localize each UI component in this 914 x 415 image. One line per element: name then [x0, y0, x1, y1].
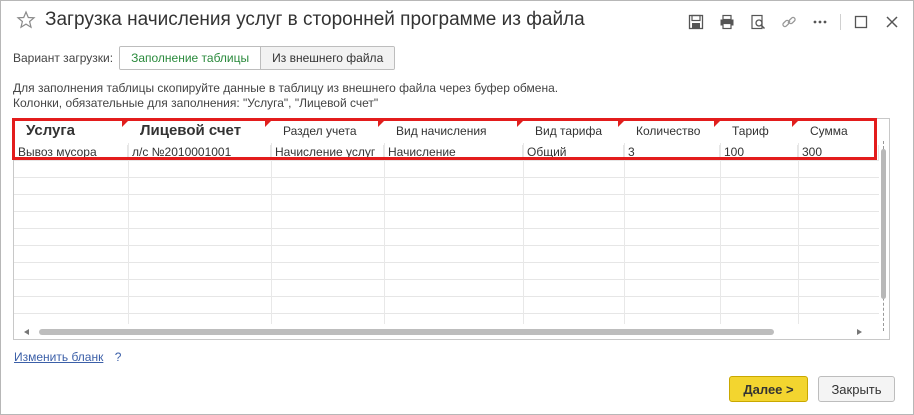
form-links: Изменить бланк ? — [14, 350, 121, 364]
column-divider — [523, 143, 524, 324]
preview-icon[interactable] — [747, 11, 769, 33]
table-row-empty[interactable] — [14, 247, 879, 263]
column-header-sum[interactable]: Сумма — [798, 119, 879, 143]
load-variant-label: Вариант загрузки: — [13, 51, 114, 65]
table-row-empty[interactable] — [14, 213, 879, 229]
more-icon[interactable] — [809, 11, 831, 33]
table-header: Услуга Лицевой счет Раздел учета Вид нач… — [14, 119, 879, 143]
table-row-empty[interactable] — [14, 196, 879, 212]
window-toolbar — [676, 11, 903, 33]
instructions-line-1: Для заполнения таблицы скопируйте данные… — [13, 81, 559, 95]
scroll-left-arrow-icon[interactable] — [24, 329, 29, 335]
load-variant-switch: Заполнение таблицы Из внешнего файла — [119, 46, 396, 70]
next-button[interactable]: Далее > — [729, 376, 808, 402]
table-row-empty[interactable] — [14, 162, 879, 178]
column-divider — [128, 143, 129, 324]
column-header-service[interactable]: Услуга — [14, 119, 128, 143]
horizontal-scrollbar[interactable] — [39, 329, 774, 335]
instructions-text: Для заполнения таблицы скопируйте данные… — [13, 81, 558, 111]
star-icon[interactable] — [16, 10, 36, 30]
title-bar: Загрузка начисления услуг в сторонней пр… — [1, 1, 913, 43]
table-row-empty[interactable] — [14, 281, 879, 297]
column-header-tariff-type[interactable]: Вид тарифа — [523, 119, 624, 143]
instructions-line-2: Колонки, обязательные для заполнения: "У… — [13, 96, 379, 110]
toolbar-separator — [840, 14, 841, 30]
variant-fill-table-button[interactable]: Заполнение таблицы — [120, 47, 262, 69]
column-header-account[interactable]: Лицевой счет — [128, 119, 271, 143]
data-table[interactable]: Услуга Лицевой счет Раздел учета Вид нач… — [13, 118, 890, 340]
table-row-empty[interactable] — [14, 264, 879, 280]
column-header-quantity[interactable]: Количество — [624, 119, 720, 143]
close-button[interactable]: Закрыть — [818, 376, 895, 402]
load-variant-row: Вариант загрузки: Заполнение таблицы Из … — [13, 46, 396, 70]
column-header-charge-type[interactable]: Вид начисления — [384, 119, 523, 143]
scroll-right-arrow-icon[interactable] — [857, 329, 862, 335]
cell-tariff[interactable]: 100 — [720, 145, 798, 161]
change-form-link[interactable]: Изменить бланк — [14, 350, 103, 364]
close-icon[interactable] — [881, 11, 903, 33]
column-header-tariff[interactable]: Тариф — [720, 119, 798, 143]
cell-section[interactable]: Начисление услуг — [271, 145, 384, 161]
window-title: Загрузка начисления услуг в сторонней пр… — [45, 9, 585, 30]
cell-account[interactable]: л/с №2010001001 — [128, 145, 271, 161]
column-divider — [384, 143, 385, 324]
column-divider — [624, 143, 625, 324]
column-header-section[interactable]: Раздел учета — [271, 119, 384, 143]
save-icon[interactable] — [685, 11, 707, 33]
maximize-icon[interactable] — [850, 11, 872, 33]
vertical-scrollbar[interactable] — [881, 149, 886, 299]
cell-service[interactable]: Вывоз мусора — [14, 145, 128, 161]
cell-quantity[interactable]: 3 — [624, 145, 720, 161]
table-row-empty[interactable] — [14, 179, 879, 195]
column-divider — [720, 143, 721, 324]
cell-charge-type[interactable]: Начисление — [384, 145, 523, 161]
column-divider — [271, 143, 272, 324]
table-viewport: Услуга Лицевой счет Раздел учета Вид нач… — [14, 119, 879, 324]
cell-sum[interactable]: 300 — [798, 145, 879, 161]
link-icon[interactable] — [778, 11, 800, 33]
variant-external-file-button[interactable]: Из внешнего файла — [261, 47, 395, 69]
print-icon[interactable] — [716, 11, 738, 33]
help-icon[interactable]: ? — [115, 350, 122, 364]
table-row-empty[interactable] — [14, 230, 879, 246]
dialog-window: Загрузка начисления услуг в сторонней пр… — [0, 0, 914, 415]
table-row[interactable]: Вывоз мусора л/с №2010001001 Начисление … — [14, 145, 879, 161]
cell-tariff-type[interactable]: Общий — [523, 145, 624, 161]
table-row-empty[interactable] — [14, 298, 879, 314]
column-divider — [798, 143, 799, 324]
